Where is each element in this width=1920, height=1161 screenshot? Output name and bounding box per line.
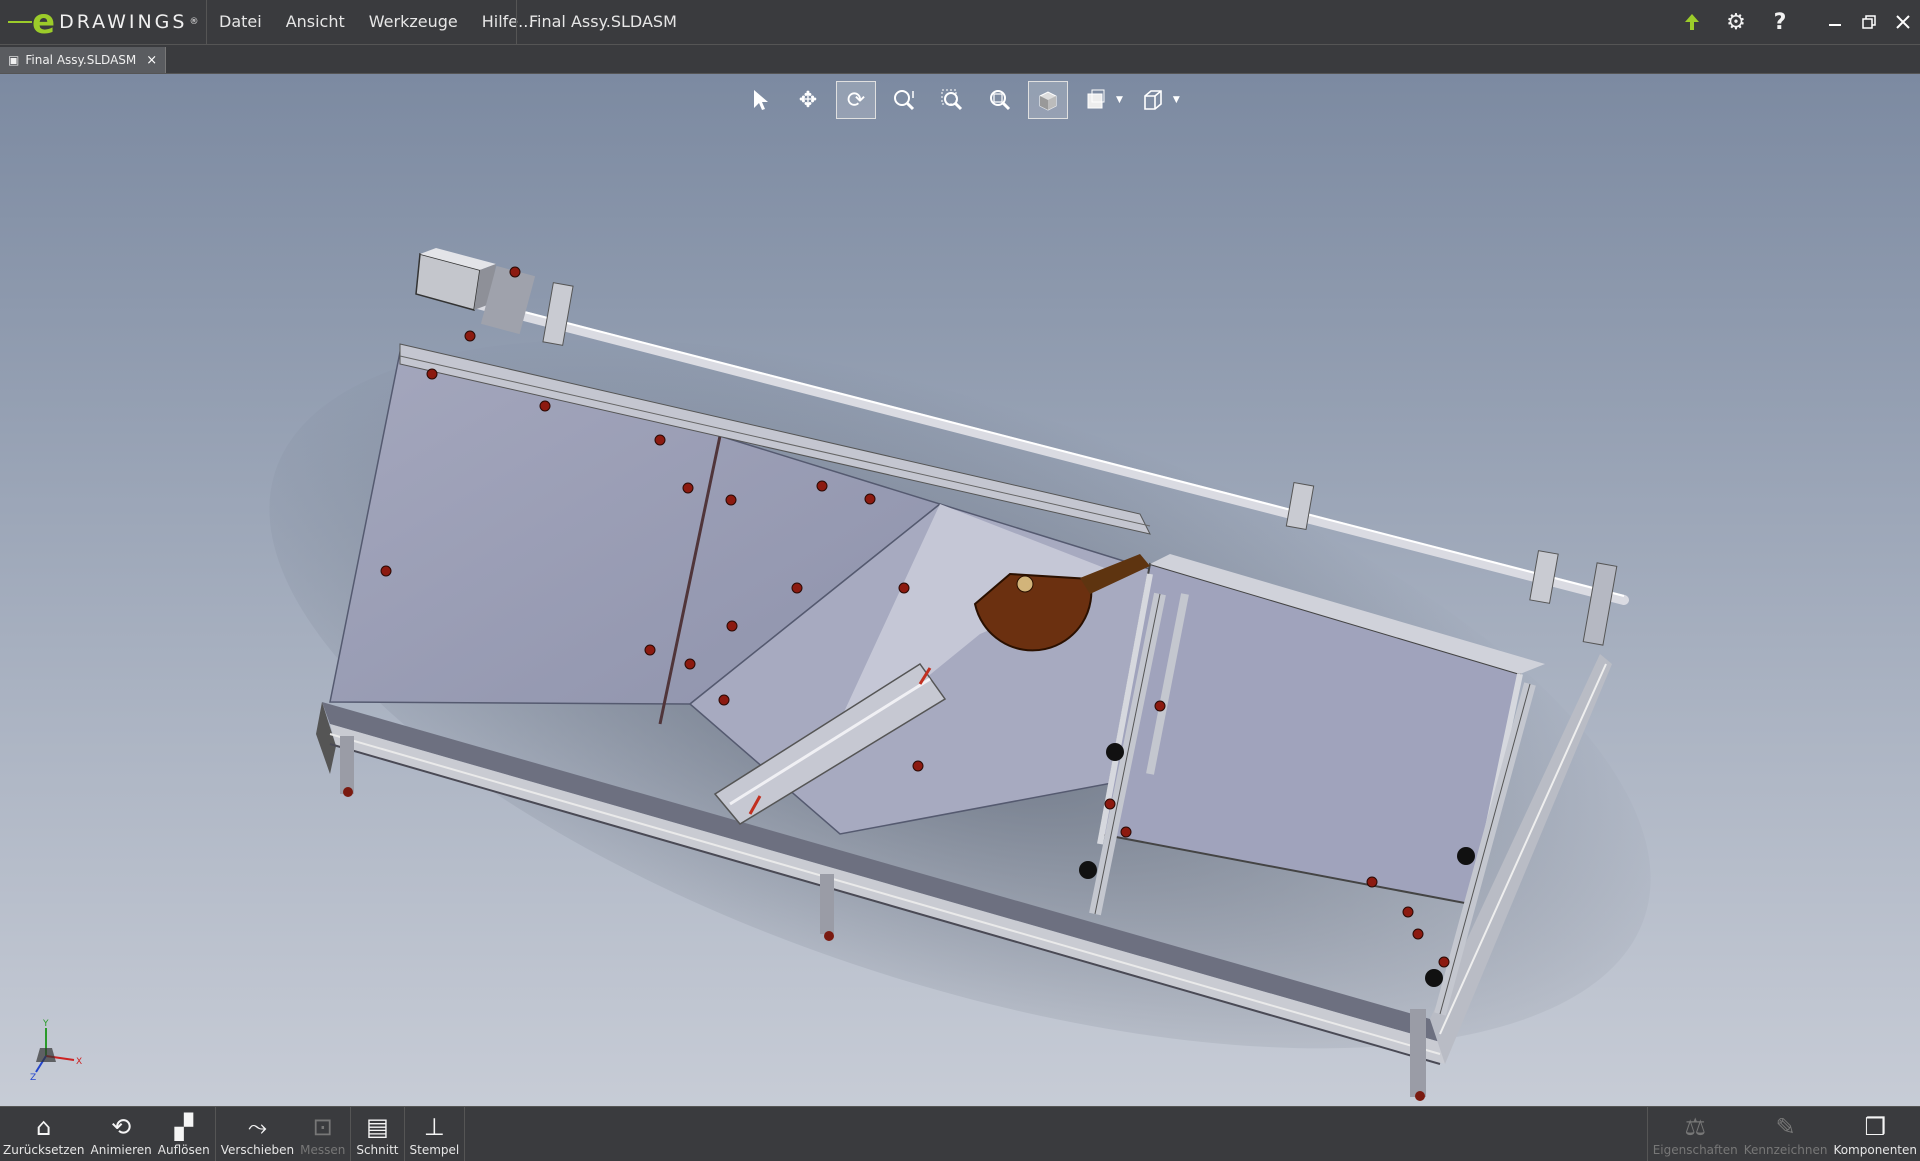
tab-close-icon[interactable]: × — [146, 53, 157, 68]
document-title: Final Assy.SLDASM — [516, 0, 677, 44]
measure-icon: ⊡ — [312, 1113, 333, 1141]
components-icon: ❒ — [1864, 1113, 1886, 1141]
logo-word: DRAWINGS — [59, 11, 188, 33]
bottom-toolbar-right: ⚖ Eigenschaften ✎ Kennzeichnen ❒ Kompone… — [1645, 1107, 1920, 1161]
menu-ansicht[interactable]: Ansicht — [274, 0, 357, 44]
measure-label: Messen — [300, 1143, 346, 1157]
properties-label: Eigenschaften — [1652, 1143, 1738, 1157]
reset-button[interactable]: ⌂ Zurücksetzen — [0, 1107, 88, 1161]
document-tab-label: Final Assy.SLDASM — [25, 53, 137, 67]
reset-label: Zurücksetzen — [3, 1143, 85, 1157]
logo-registered-mark: ® — [189, 17, 199, 27]
move-icon: ⤳ — [247, 1113, 268, 1141]
restore-icon[interactable] — [1852, 0, 1886, 44]
triad-x-label: X — [76, 1057, 82, 1067]
assembly-icon: ▣ — [8, 53, 20, 67]
triad-z-label: Z — [30, 1073, 36, 1083]
title-bar: e DRAWINGS ® Datei Ansicht Werkzeuge Hil… — [0, 0, 1920, 45]
explode-button[interactable]: ▞ Auflösen — [155, 1107, 213, 1161]
stamp-icon: ⊥ — [423, 1113, 445, 1141]
home-icon: ⌂ — [36, 1113, 52, 1141]
gear-icon[interactable]: ⚙ — [1714, 0, 1758, 44]
section-icon: ▤ — [366, 1113, 389, 1141]
edrawings-logo: e DRAWINGS ® — [8, 4, 198, 40]
help-icon[interactable]: ? — [1758, 0, 1802, 44]
components-label: Komponenten — [1833, 1143, 1917, 1157]
minimize-icon[interactable] — [1818, 0, 1852, 44]
cad-assembly-model[interactable] — [0, 74, 1920, 1106]
triad-y-label: Y — [42, 1019, 49, 1029]
explode-label: Auflösen — [157, 1143, 210, 1157]
stamp-label: Stempel — [409, 1143, 460, 1157]
properties-button[interactable]: ⚖ Eigenschaften — [1650, 1107, 1741, 1161]
menu-datei[interactable]: Datei — [207, 0, 274, 44]
update-arrow-icon[interactable] — [1670, 0, 1714, 44]
document-tab[interactable]: ▣ Final Assy.SLDASM × — [0, 47, 167, 73]
document-tab-bar: ▣ Final Assy.SLDASM × — [0, 45, 1920, 74]
axis-triad: Y X Z — [30, 1019, 82, 1083]
components-button[interactable]: ❒ Komponenten — [1830, 1107, 1920, 1161]
logo-arrow-icon — [8, 21, 32, 23]
measure-button[interactable]: ⊡ Messen — [297, 1107, 348, 1161]
close-icon[interactable] — [1886, 0, 1920, 44]
titlebar-controls: ⚙ ? — [1670, 0, 1920, 44]
markup-button[interactable]: ✎ Kennzeichnen — [1741, 1107, 1831, 1161]
animate-button[interactable]: ⟲ Animieren — [88, 1107, 155, 1161]
logo-letter: e — [32, 2, 56, 42]
explode-icon: ▞ — [174, 1113, 193, 1141]
pencil-icon: ✎ — [1775, 1113, 1796, 1141]
section-button[interactable]: ▤ Schnitt — [353, 1107, 401, 1161]
animate-icon: ⟲ — [111, 1113, 132, 1141]
scale-icon: ⚖ — [1684, 1113, 1706, 1141]
bottom-toolbar: ⌂ Zurücksetzen ⟲ Animieren ▞ Auflösen ⤳ … — [0, 1106, 1920, 1161]
stamp-button[interactable]: ⊥ Stempel — [407, 1107, 463, 1161]
menu-werkzeuge[interactable]: Werkzeuge — [357, 0, 470, 44]
animate-label: Animieren — [90, 1143, 152, 1157]
bottom-toolbar-left: ⌂ Zurücksetzen ⟲ Animieren ▞ Auflösen ⤳ … — [0, 1107, 467, 1161]
move-label: Verschieben — [220, 1143, 295, 1157]
3d-viewport[interactable]: ✥ ⟳ ▼ ▼ Y X Z — [0, 74, 1920, 1106]
section-label: Schnitt — [356, 1143, 399, 1157]
menu-bar: Datei Ansicht Werkzeuge Hilfe... — [206, 0, 545, 44]
stepper-motor — [415, 248, 536, 335]
markup-label: Kennzeichnen — [1743, 1143, 1828, 1157]
move-button[interactable]: ⤳ Verschieben — [218, 1107, 297, 1161]
